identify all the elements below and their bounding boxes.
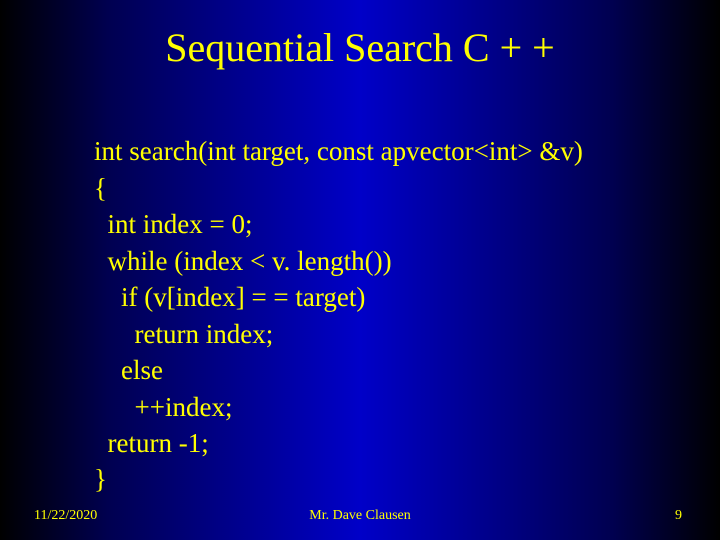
code-line: ++index;: [94, 392, 232, 422]
code-line: int search(int target, const apvector<in…: [94, 136, 583, 166]
slide-title: Sequential Search C + +: [0, 0, 720, 71]
code-line: {: [94, 173, 107, 203]
footer-page-number: 9: [675, 508, 682, 524]
code-line: int index = 0;: [94, 209, 252, 239]
code-line: else: [94, 355, 163, 385]
code-line: while (index < v. length()): [94, 246, 392, 276]
code-line: if (v[index] = = target): [94, 282, 365, 312]
code-block: int search(int target, const apvector<in…: [94, 97, 720, 498]
slide: Sequential Search C + + int search(int t…: [0, 0, 720, 540]
footer-author: Mr. Dave Clausen: [0, 508, 720, 524]
code-line: return index;: [94, 319, 273, 349]
code-line: return -1;: [94, 428, 209, 458]
code-line: }: [94, 464, 107, 494]
